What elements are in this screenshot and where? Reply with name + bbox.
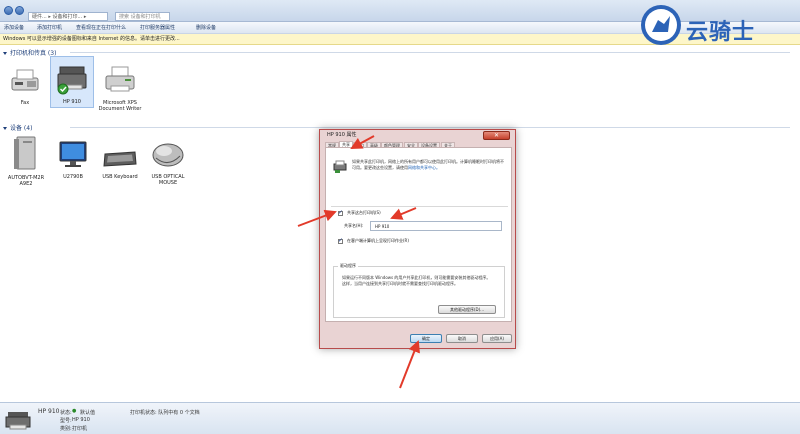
- ok-button[interactable]: 确定: [410, 334, 442, 343]
- share-name-label: 共享名(H):: [344, 223, 364, 228]
- model-value: HP 910: [72, 417, 90, 423]
- device-mouse[interactable]: USB OPTICAL MOUSE: [146, 138, 190, 186]
- collapse-icon: [3, 127, 7, 130]
- watermark-text: 云骑士: [686, 20, 756, 45]
- section-divider: [70, 52, 790, 53]
- device-computer[interactable]: AUTOBVT-M2R A9E2: [4, 135, 48, 187]
- sharing-panel: 如果共享此打印机，网络上的所有用户都可以使用此打印机。计算机睡眠时打印机将不可用…: [325, 147, 512, 322]
- model-label: 型号:: [60, 418, 72, 424]
- device-xps-writer[interactable]: Microsoft XPS Document Writer: [98, 64, 142, 112]
- fax-icon: [11, 69, 39, 91]
- device-label: AUTOBVT-M2R A9E2: [7, 175, 45, 187]
- watermark-logo: 云骑士: [638, 2, 798, 52]
- state-label: 状态:: [60, 410, 72, 416]
- device-label: Fax: [20, 100, 30, 106]
- apply-button[interactable]: 应用(A): [482, 334, 512, 343]
- drivers-group: 驱动程序 如果运行不同版本 Windows 的用户共享此打印机，则可能需要安装其…: [333, 263, 505, 318]
- category-value: 打印机: [72, 426, 88, 432]
- printer-icon: [57, 66, 87, 95]
- sharing-description: 如果共享此打印机，网络上的所有用户都可以使用此打印机。计算机睡眠时打印机将不可用…: [352, 159, 504, 170]
- device-fax[interactable]: Fax: [4, 64, 46, 106]
- render-jobs-label: 在客户端计算机上呈现打印作业(R): [347, 238, 409, 243]
- printers-section-header[interactable]: 打印机和传真 (3): [3, 48, 56, 57]
- close-button[interactable]: ✕: [483, 131, 510, 140]
- device-monitor[interactable]: U2790B: [52, 140, 94, 180]
- printer-icon: [5, 412, 31, 430]
- default-check-icon: ●: [72, 408, 77, 414]
- remove-device-button[interactable]: 删除设备: [196, 24, 216, 31]
- shared-printer-icon: [333, 160, 347, 173]
- section-divider: [70, 127, 790, 128]
- drivers-description: 如果运行不同版本 Windows 的用户共享此打印机，则可能需要安装其他驱动程序…: [342, 275, 491, 286]
- printer-properties-dialog: HP 910 属性 ✕ 常规 共享 端口 高级 颜色管理 安全 设备设置 关于 …: [319, 129, 516, 349]
- knight-logo-icon: [641, 5, 681, 45]
- search-input[interactable]: 搜索 设备和打印机: [115, 12, 170, 21]
- monitor-icon: [59, 141, 87, 167]
- device-keyboard[interactable]: USB Keyboard: [98, 146, 142, 180]
- devices-section-header[interactable]: 设备 (4): [3, 123, 32, 132]
- device-label: USB Keyboard: [102, 174, 138, 180]
- see-whats-printing-button[interactable]: 查看现在正在打印什么: [76, 24, 126, 31]
- computer-tower-icon: [14, 136, 36, 170]
- details-pane: HP 910 状态: ● 默认值 型号: HP 910 类别: 打印机 打印机状…: [0, 402, 800, 434]
- back-icon[interactable]: [4, 6, 13, 15]
- network-sharing-center-link[interactable]: 网络和共享中心。: [408, 165, 440, 170]
- print-server-properties-button[interactable]: 打印服务器属性: [140, 24, 175, 31]
- additional-drivers-button[interactable]: 其他驱动程序(D)...: [438, 305, 496, 314]
- keyboard-icon: [103, 151, 137, 167]
- device-label: USB OPTICAL MOUSE: [151, 174, 185, 186]
- device-hp-910[interactable]: HP 910: [50, 56, 94, 108]
- share-printer-label: 共享这台打印机(S): [347, 210, 381, 215]
- share-name-input[interactable]: HP 910: [370, 221, 502, 231]
- selected-device-name: HP 910: [38, 408, 60, 415]
- device-label: U2790B: [63, 174, 83, 180]
- share-printer-checkbox[interactable]: [338, 209, 343, 216]
- divider: [331, 206, 508, 207]
- forward-icon[interactable]: [15, 6, 24, 15]
- category-label: 类别:: [60, 426, 72, 432]
- address-bar[interactable]: 硬件... ▸ 设备和打印... ▸: [28, 12, 108, 21]
- device-label: HP 910: [63, 99, 81, 105]
- printer-icon: [105, 66, 135, 92]
- state-value: 默认值: [80, 410, 96, 416]
- device-label: Microsoft XPS Document Writer: [98, 100, 142, 112]
- add-printer-button[interactable]: 添加打印机: [37, 24, 62, 31]
- cancel-button[interactable]: 取消: [446, 334, 478, 343]
- render-jobs-checkbox[interactable]: [338, 237, 343, 244]
- mouse-icon: [152, 143, 184, 167]
- add-device-button[interactable]: 添加设备: [4, 24, 24, 31]
- drivers-group-title: 驱动程序: [338, 263, 358, 269]
- print-queue-status: 打印机状态: 队列中有 0 个文档: [130, 410, 200, 416]
- collapse-icon: [3, 52, 7, 55]
